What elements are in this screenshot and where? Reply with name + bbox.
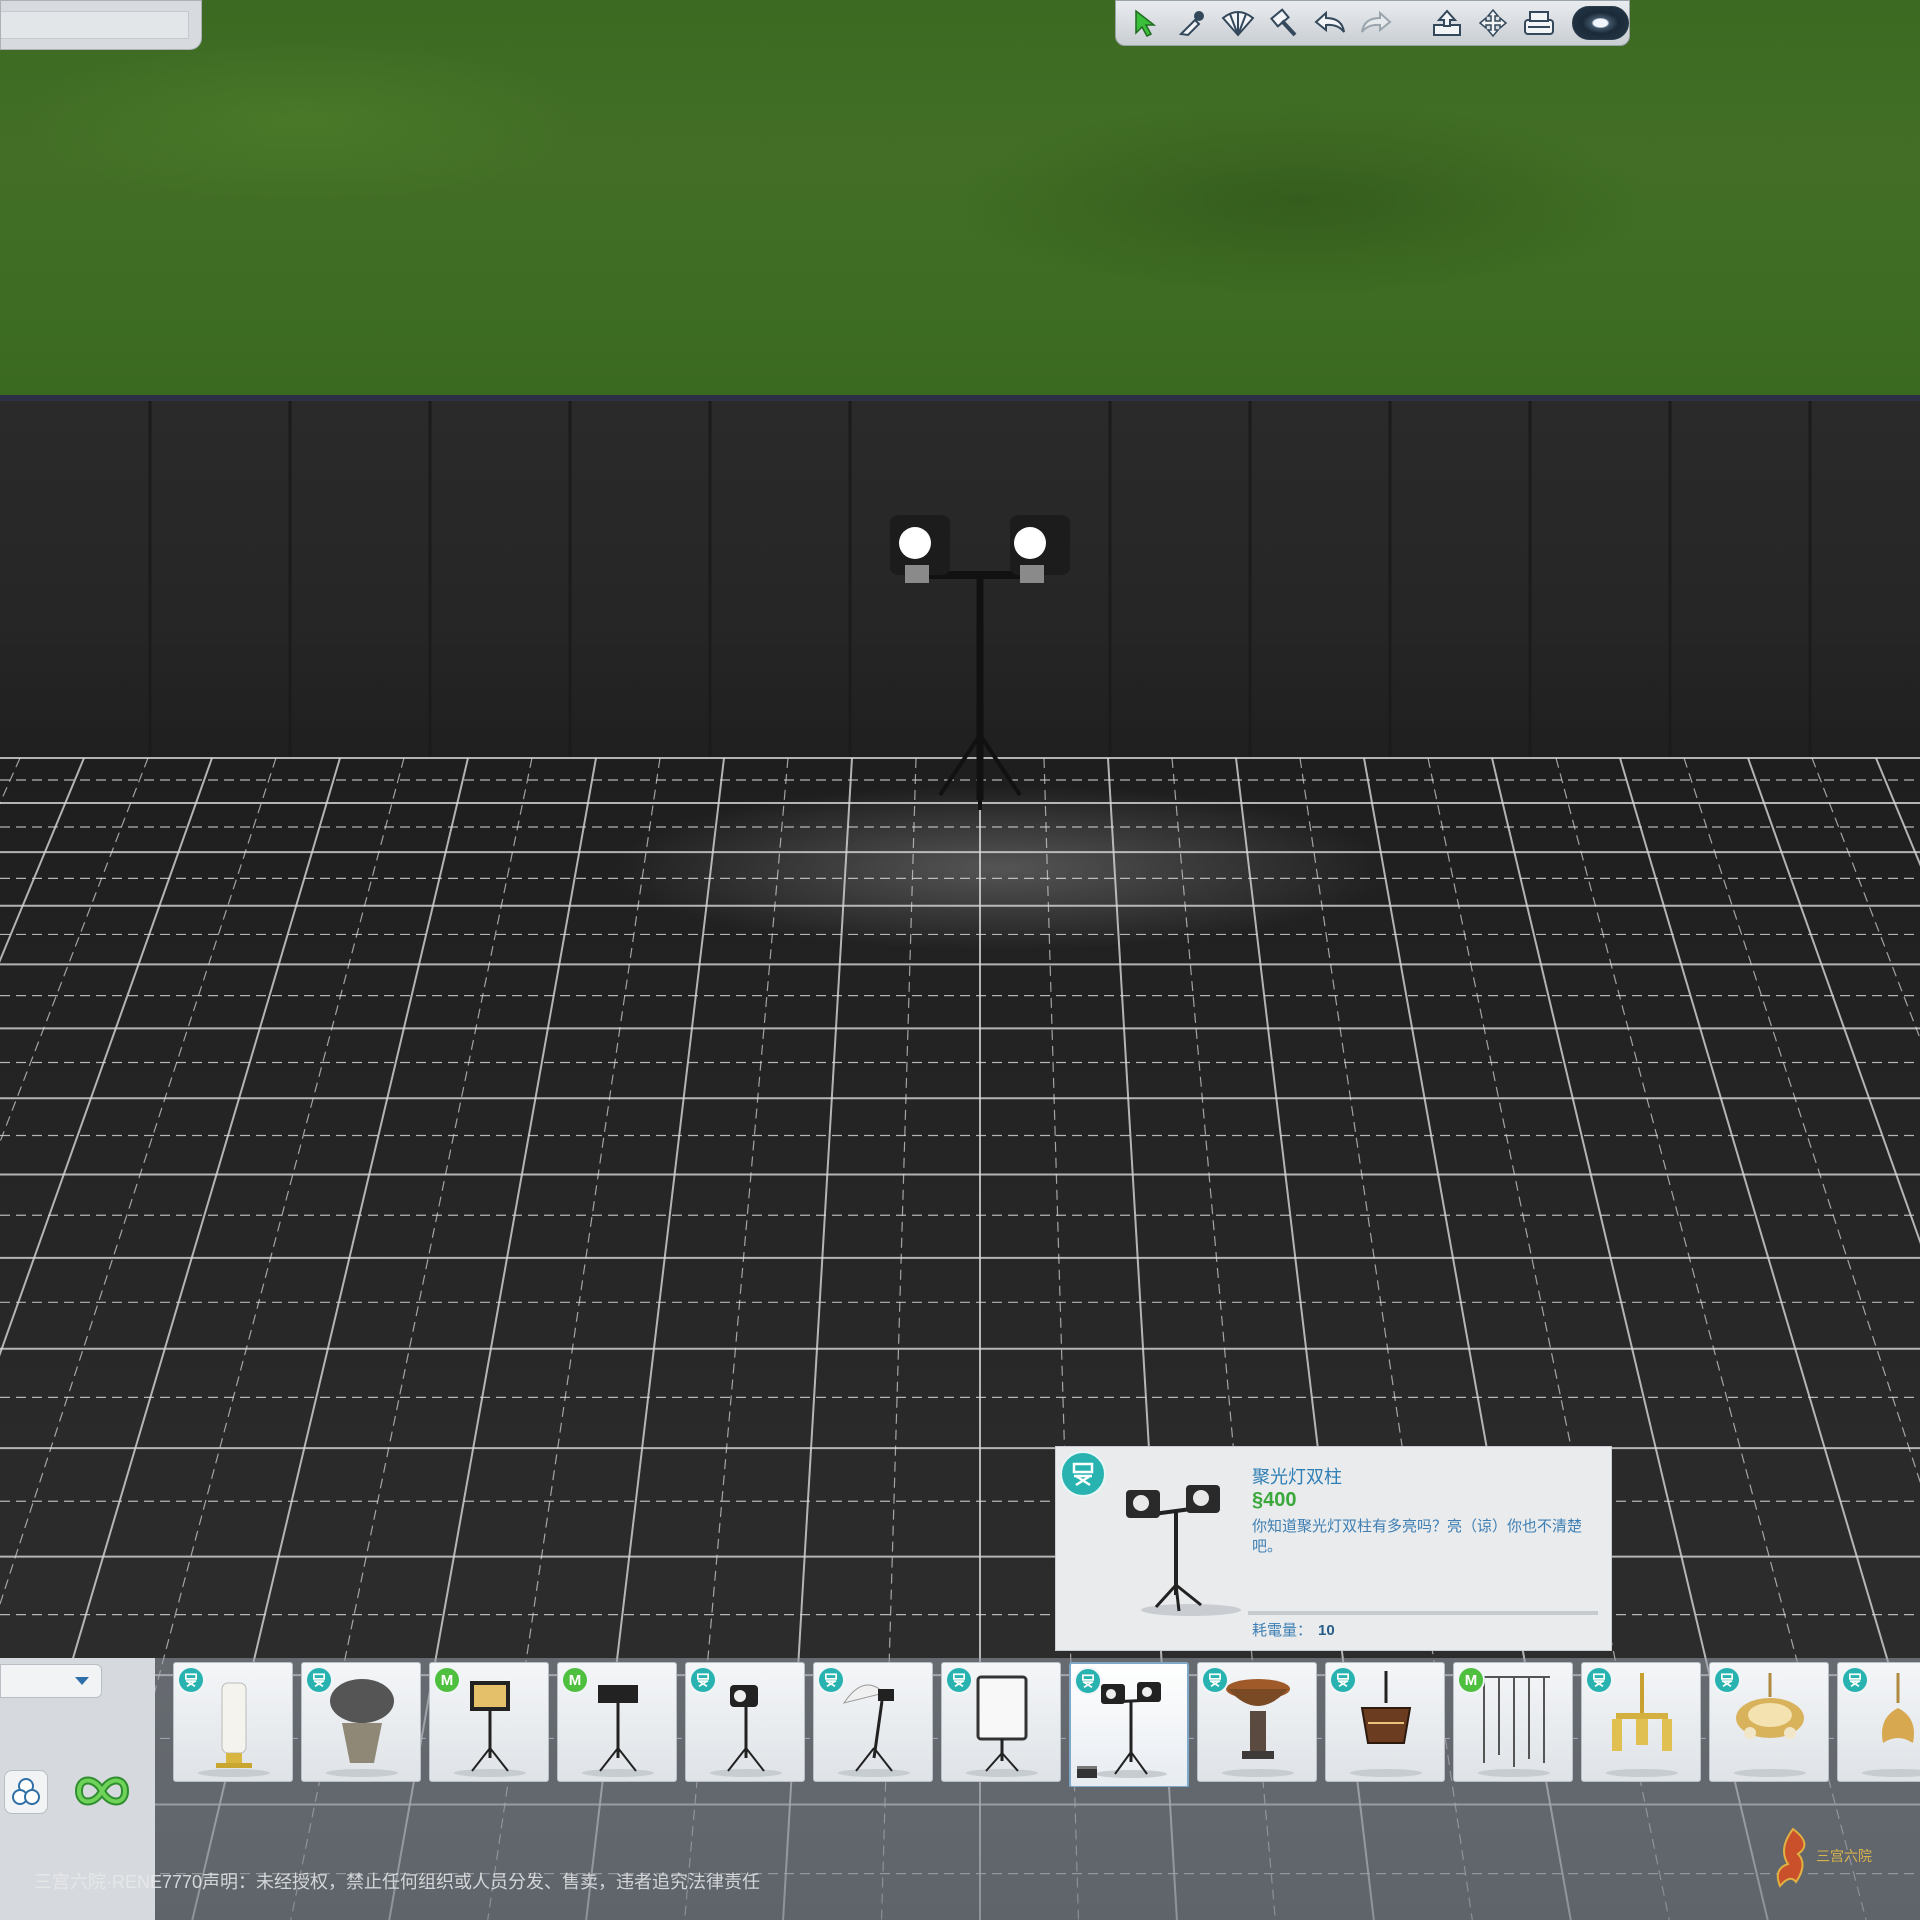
logo-text: 三宫六院 <box>1816 1849 1872 1865</box>
director-chair-icon <box>1074 1667 1102 1695</box>
filter-button[interactable] <box>4 1770 48 1814</box>
director-chair-icon <box>1060 1451 1106 1497</box>
disclaimer-text: 三宫六院·RENE7770声明：未经授权，禁止任何组织或人员分发、售卖，违者追究… <box>34 1872 761 1892</box>
director-chair-icon <box>305 1666 333 1694</box>
pack-badge-m: M <box>433 1666 461 1694</box>
move-icon <box>1478 8 1508 38</box>
undo-button[interactable] <box>1311 5 1349 41</box>
catalog-item-double-spotlight[interactable] <box>1069 1662 1189 1787</box>
infinity-button[interactable] <box>72 1766 132 1816</box>
category-dropdown[interactable] <box>0 1664 102 1698</box>
catalog-item-umbrella-light[interactable] <box>813 1662 933 1782</box>
catalog-item-crystal-chandelier[interactable] <box>1709 1662 1829 1782</box>
catalog-item-row: MMM <box>173 1662 1920 1787</box>
director-chair-icon <box>945 1666 973 1694</box>
fan-palette-icon <box>1221 11 1254 37</box>
design-tool[interactable] <box>1218 5 1256 41</box>
item-name: 聚光灯双柱 <box>1252 1467 1342 1487</box>
director-chair-icon <box>1585 1666 1613 1694</box>
top-left-panel <box>0 0 202 50</box>
build-mode-viewport[interactable] <box>0 0 1920 1920</box>
catalog-item-wooden-chandelier[interactable] <box>1325 1662 1445 1782</box>
select-tool[interactable] <box>1126 5 1164 41</box>
gallery-button[interactable] <box>1520 5 1558 41</box>
build-grid <box>0 757 1920 1920</box>
placed-double-spotlight[interactable] <box>860 495 1080 815</box>
catalog-item-gold-chandelier[interactable] <box>1581 1662 1701 1782</box>
catalog-item-softbox-stand[interactable] <box>941 1662 1061 1782</box>
arrow-icon <box>1135 9 1157 37</box>
item-description: 你知道聚光灯双柱有多亮吗？亮（谅）你也不清楚吧。 <box>1252 1518 1583 1555</box>
director-chair-icon <box>1329 1666 1357 1694</box>
item-info-tooltip: 聚光灯双柱 §400 你知道聚光灯双柱有多亮吗？亮（谅）你也不清楚吧。 耗電量：… <box>1055 1446 1612 1651</box>
chevron-down-icon <box>75 1677 89 1685</box>
director-chair-icon <box>689 1666 717 1694</box>
catalog-item-brazier-torch[interactable] <box>1197 1662 1317 1782</box>
director-chair-icon <box>1201 1666 1229 1694</box>
redo-icon <box>1361 10 1392 33</box>
pack-badge-m: M <box>561 1666 589 1694</box>
director-chair-icon <box>177 1666 205 1694</box>
power-value: 10 <box>1318 1622 1335 1639</box>
power-label: 耗電量： <box>1252 1622 1313 1639</box>
director-chair-icon <box>1841 1666 1869 1694</box>
redo-button[interactable] <box>1357 5 1395 41</box>
gallery-icon <box>1524 11 1555 35</box>
watermark-logo: 三宫六院 <box>1768 1824 1908 1894</box>
infinity-icon <box>74 1776 130 1806</box>
upload-icon <box>1432 9 1461 36</box>
camera-button[interactable] <box>1572 6 1629 40</box>
phoenix-logo-icon <box>1776 1827 1806 1888</box>
eyedropper-tool[interactable] <box>1172 5 1210 41</box>
catalog-item-round-grey-lamp[interactable] <box>301 1662 421 1782</box>
price-value: 400 <box>1263 1489 1297 1511</box>
catalog-item-led-panel-stand[interactable]: M <box>429 1662 549 1782</box>
catalog-item-single-spotlight[interactable] <box>685 1662 805 1782</box>
move-lot-button[interactable] <box>1474 5 1512 41</box>
power-consumption: 耗電量： 10 <box>1252 1619 1335 1640</box>
director-chair-icon <box>1713 1666 1741 1694</box>
undo-icon <box>1314 10 1345 33</box>
selected-marker <box>1077 1766 1097 1778</box>
director-chair-icon <box>817 1666 845 1694</box>
currency-symbol: § <box>1252 1489 1264 1511</box>
catalog-item-flower-chandelier[interactable] <box>1837 1662 1920 1782</box>
pack-badge-m: M <box>1457 1666 1485 1694</box>
tooltip-item-thumbnail <box>1126 1485 1241 1616</box>
hammer-icon <box>1269 8 1297 37</box>
build-toolbar <box>1115 0 1630 46</box>
divider <box>1248 1611 1598 1615</box>
catalog-item-barn-door-stand[interactable]: M <box>557 1662 677 1782</box>
catalog-item-tall-white-lamp[interactable] <box>173 1662 293 1782</box>
catalog-item-wire-pendant-lights[interactable]: M <box>1453 1662 1573 1782</box>
filter-circles-icon <box>12 1778 40 1805</box>
item-price: §400 <box>1252 1489 1297 1512</box>
lot-name-field[interactable] <box>1 11 189 39</box>
save-library-button[interactable] <box>1428 5 1466 41</box>
sledgehammer-tool[interactable] <box>1265 5 1303 41</box>
eyedropper-icon <box>1179 11 1205 37</box>
